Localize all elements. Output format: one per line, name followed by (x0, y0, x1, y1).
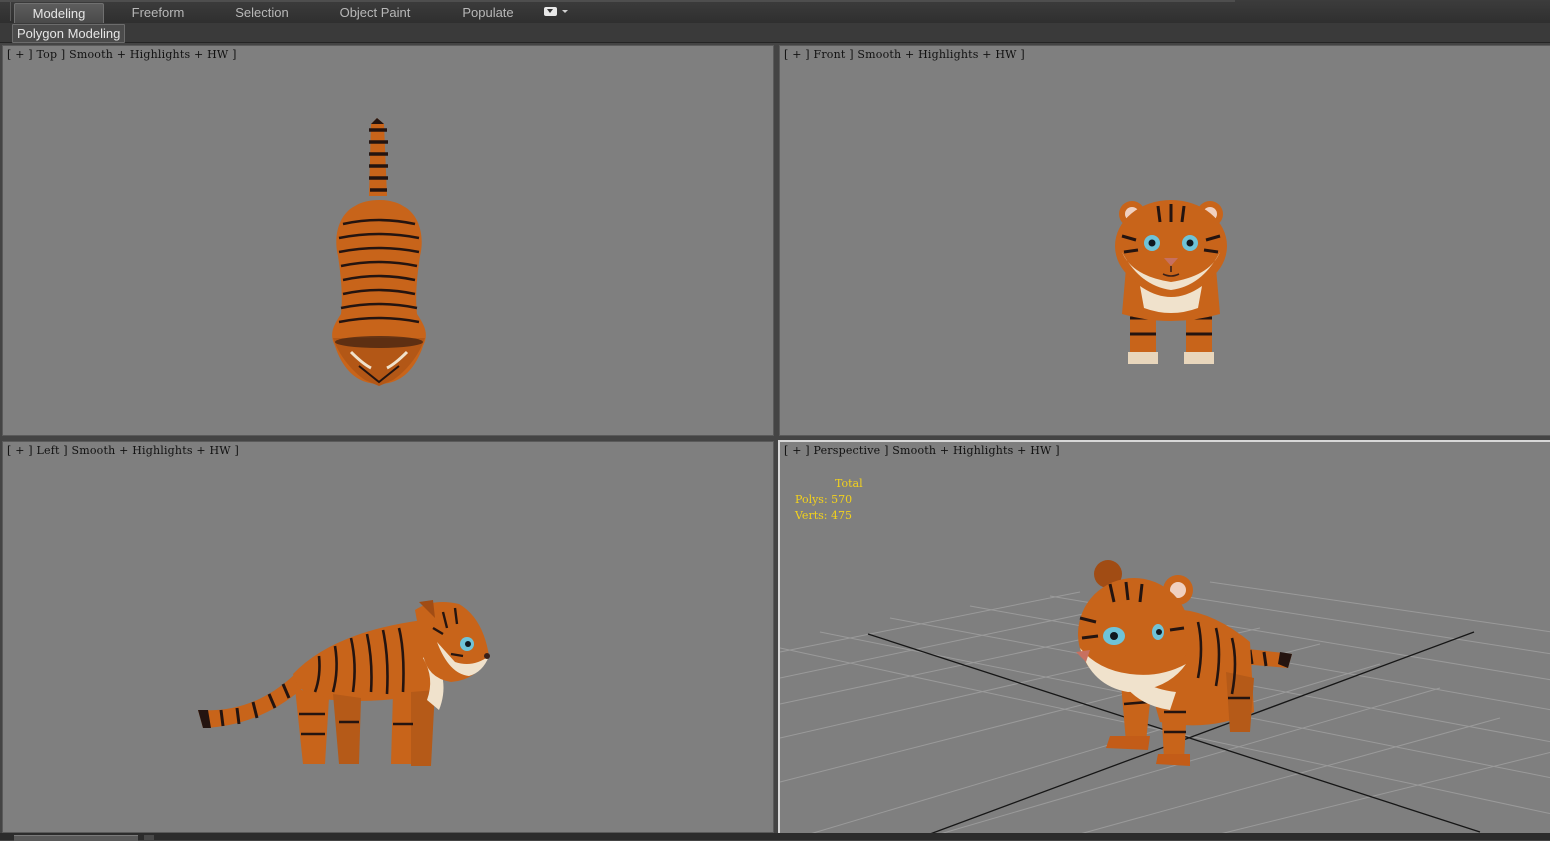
tiger-side-view (198, 600, 490, 766)
ribbon-panel-bar: Polygon Modeling (0, 23, 1550, 43)
perspective-scene (780, 560, 1550, 834)
ribbon-grip[interactable] (0, 2, 11, 21)
tab-object-paint[interactable]: Object Paint (326, 3, 424, 22)
ribbon-options-button[interactable] (544, 7, 568, 19)
tiger-perspective (1076, 560, 1292, 766)
viewport-left[interactable]: [ + ] Left ] Smooth + Highlights + HW ] (2, 441, 774, 833)
tab-freeform[interactable]: Freeform (116, 3, 200, 22)
tab-selection[interactable]: Selection (220, 3, 304, 22)
ribbon-options-icon (544, 7, 557, 16)
ribbon-tab-bar: Modeling Freeform Selection Object Paint… (0, 0, 1550, 24)
ribbon-top-line (0, 0, 1235, 2)
tiger-front-view (1115, 200, 1227, 364)
viewport-perspective[interactable]: [ + ] Perspective ] Smooth + Highlights … (778, 440, 1550, 836)
tab-modeling[interactable]: Modeling (14, 3, 104, 23)
time-slider-thumb[interactable] (14, 835, 138, 841)
time-slider-next-button[interactable] (144, 835, 154, 840)
viewport-front[interactable]: [ + ] Front ] Smooth + Highlights + HW ] (779, 45, 1550, 436)
tiger-top-view (332, 118, 426, 386)
time-slider-bar (0, 833, 1550, 840)
ribbon-caret-icon (562, 10, 568, 13)
tab-populate[interactable]: Populate (446, 3, 530, 22)
viewport-top[interactable]: [ + ] Top ] Smooth + Highlights + HW ] (2, 45, 774, 436)
polygon-modeling-panel-button[interactable]: Polygon Modeling (12, 24, 126, 43)
